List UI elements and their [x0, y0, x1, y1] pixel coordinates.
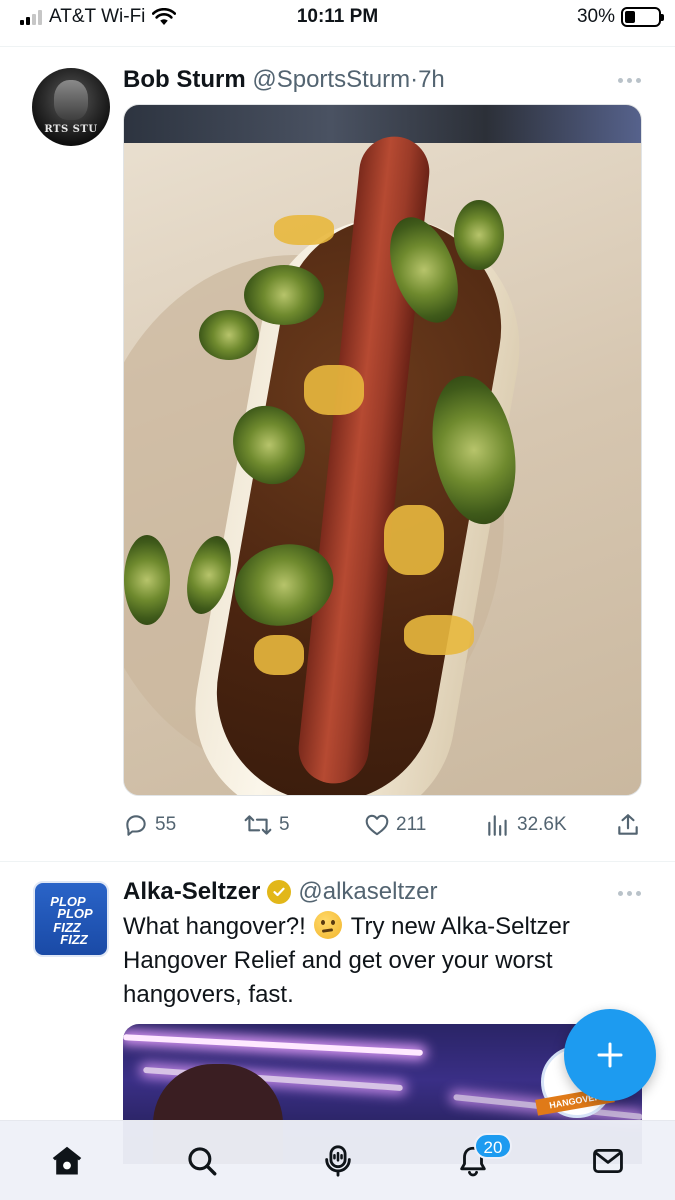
author-handle[interactable]: @alkaseltzer: [298, 878, 437, 906]
avatar[interactable]: PLOP PLOP FIZZ FIZZ: [33, 881, 109, 957]
share-icon: [618, 814, 638, 835]
tweet-header: Alka-Seltzer @alkaseltzer: [123, 878, 437, 906]
author-handle[interactable]: @SportsSturm: [252, 66, 410, 93]
search-icon: [188, 1147, 217, 1176]
image-jalapeno: [124, 535, 170, 625]
more-options-icon[interactable]: [618, 891, 641, 896]
heart-icon: [365, 814, 389, 836]
tweet-image[interactable]: [123, 104, 642, 796]
repost-icon: [244, 815, 272, 835]
tweet-text: What hangover?! Try new Alka-Seltzer Han…: [123, 910, 643, 1012]
nav-messages[interactable]: [586, 1139, 630, 1183]
avatar[interactable]: RTS STU: [32, 68, 110, 146]
battery-percent: 30%: [576, 6, 615, 27]
image-jalapeno: [454, 200, 504, 270]
notifications-count-badge: 20: [474, 1133, 512, 1159]
tweet-time[interactable]: 7h: [418, 66, 445, 93]
image-cheese: [304, 365, 364, 415]
battery-level: [625, 11, 635, 23]
nav-home[interactable]: [45, 1139, 89, 1183]
like-button[interactable]: 211: [364, 812, 426, 838]
repost-count: 5: [279, 814, 290, 835]
spaces-icon: [325, 1145, 351, 1177]
author-name[interactable]: Bob Sturm: [123, 66, 246, 93]
compose-button[interactable]: [564, 1009, 656, 1101]
image-neon-light: [123, 1034, 423, 1056]
repost-button[interactable]: 5: [243, 812, 290, 838]
reply-icon: [126, 815, 146, 836]
image-cheese: [254, 635, 304, 675]
tweet-text-part: What hangover?!: [123, 913, 306, 940]
clock: 10:11 PM: [296, 6, 379, 27]
separator-dot: ·: [410, 66, 419, 93]
image-jalapeno: [244, 265, 324, 325]
battery-group: 30%: [576, 6, 664, 28]
image-cheese: [384, 505, 444, 575]
home-icon: [52, 1146, 82, 1175]
share-button[interactable]: [615, 812, 641, 838]
reply-button[interactable]: 55: [123, 812, 176, 838]
plus-icon: [597, 1042, 623, 1068]
avatar-text: PLOP: [57, 906, 93, 921]
like-count: 211: [396, 814, 427, 835]
author-name[interactable]: Alka-Seltzer: [123, 878, 260, 906]
battery-icon: [621, 7, 664, 27]
more-options-icon[interactable]: [618, 78, 641, 83]
bottom-nav: [0, 1120, 675, 1200]
views-icon: [488, 815, 507, 836]
image-cheese: [274, 215, 334, 245]
tweet-actions: 55 5 211 32.6K: [123, 812, 643, 842]
thinking-face-icon: [314, 911, 343, 939]
avatar-text: RTS STU: [44, 124, 98, 135]
status-bar: AT&T Wi-Fi 10:11 PM 30%: [0, 0, 675, 36]
view-count: 32.6K: [517, 814, 567, 835]
nav-search[interactable]: [180, 1139, 224, 1183]
tweet[interactable]: RTS STU Bob Sturm @SportsSturm·7h 55 5 2…: [0, 48, 675, 860]
views-button[interactable]: 32.6K: [485, 812, 567, 838]
image-cheese: [404, 615, 474, 655]
divider: [0, 46, 675, 47]
image-jalapeno: [199, 310, 259, 360]
reply-count: 55: [155, 814, 177, 835]
nav-spaces[interactable]: [316, 1139, 360, 1183]
avatar-face: [54, 80, 88, 120]
verified-badge-icon: [267, 880, 292, 904]
messages-icon: [593, 1148, 623, 1174]
tweet-header: Bob Sturm @SportsSturm·7h: [123, 66, 445, 94]
avatar-text: FIZZ: [60, 932, 88, 947]
